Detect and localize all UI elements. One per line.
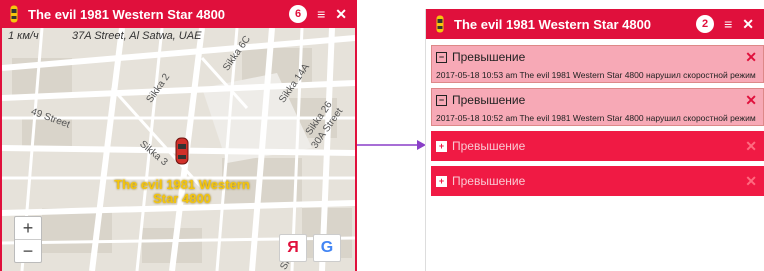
alert-item[interactable]: − Превышение ✕ 2017-05-18 10:52 am The e… — [431, 88, 764, 126]
close-icon[interactable]: ✕ — [742, 17, 754, 31]
dismiss-icon[interactable]: ✕ — [745, 138, 757, 155]
alert-text: 2017-05-18 10:52 am The evil 1981 Wester… — [436, 113, 756, 123]
map-view[interactable]: 1 км/ч 37A Street, Al Satwa, UAE Sikka 6… — [2, 28, 355, 271]
yandex-maps-button[interactable]: Я — [279, 234, 307, 262]
alerts-window-titlebar[interactable]: The evil 1981 Western Star 4800 2 ≡ ✕ — [426, 9, 764, 39]
alert-count-badge: 6 — [289, 5, 308, 23]
car-icon — [6, 4, 22, 24]
alert-title: Превышение — [452, 139, 526, 153]
alert-header[interactable]: − Превышение ✕ — [432, 46, 763, 68]
zoom-control: + − — [14, 216, 42, 263]
dismiss-icon[interactable]: ✕ — [745, 173, 757, 190]
alert-list: − Превышение ✕ 2017-05-18 10:53 am The e… — [431, 45, 764, 201]
menu-icon[interactable]: ≡ — [724, 17, 732, 31]
alert-item[interactable]: + Превышение ✕ — [431, 131, 764, 161]
expand-icon[interactable]: + — [436, 175, 447, 187]
google-maps-button[interactable]: G — [313, 234, 341, 262]
vehicle-marker — [175, 137, 189, 165]
speed-scale-label: 1 км/ч — [8, 30, 39, 42]
alerts-window: The evil 1981 Western Star 4800 2 ≡ ✕ − … — [425, 9, 764, 271]
vehicle-label-line1: The evil 1981 Western — [114, 177, 250, 192]
vehicle-label-line2: Star 4800 — [153, 191, 211, 206]
arrow-icon — [357, 140, 426, 150]
map-window-titlebar[interactable]: The evil 1981 Western Star 4800 6 ≡ ✕ — [0, 0, 357, 28]
dismiss-icon[interactable]: ✕ — [745, 92, 757, 109]
address-label: 37A Street, Al Satwa, UAE — [72, 30, 202, 42]
alerts-window-title: The evil 1981 Western Star 4800 — [454, 16, 652, 32]
alert-header[interactable]: + Превышение ✕ — [432, 167, 763, 195]
vehicle-label: The evil 1981 Western Star 4800 — [94, 178, 270, 206]
alert-item[interactable]: − Превышение ✕ 2017-05-18 10:53 am The e… — [431, 45, 764, 83]
alert-title: Превышение — [452, 50, 526, 64]
alert-title: Превышение — [452, 93, 526, 107]
alert-text: 2017-05-18 10:53 am The evil 1981 Wester… — [436, 70, 756, 80]
alert-item[interactable]: + Превышение ✕ — [431, 166, 764, 196]
expand-icon[interactable]: + — [436, 140, 447, 152]
map-window: The evil 1981 Western Star 4800 6 ≡ ✕ 1 … — [0, 0, 357, 271]
alert-header[interactable]: + Превышение ✕ — [432, 132, 763, 160]
zoom-in-button[interactable]: + — [15, 217, 41, 239]
alert-count-badge: 2 — [696, 15, 715, 33]
zoom-out-button[interactable]: − — [15, 239, 41, 262]
close-icon[interactable]: ✕ — [335, 7, 347, 21]
dismiss-icon[interactable]: ✕ — [745, 49, 757, 66]
menu-icon[interactable]: ≡ — [317, 7, 325, 21]
collapse-icon[interactable]: − — [436, 94, 447, 106]
map-window-title: The evil 1981 Western Star 4800 — [28, 6, 226, 22]
alert-title: Превышение — [452, 174, 526, 188]
car-icon — [432, 14, 448, 34]
alert-header[interactable]: − Превышение ✕ — [432, 89, 763, 111]
collapse-icon[interactable]: − — [436, 51, 447, 63]
